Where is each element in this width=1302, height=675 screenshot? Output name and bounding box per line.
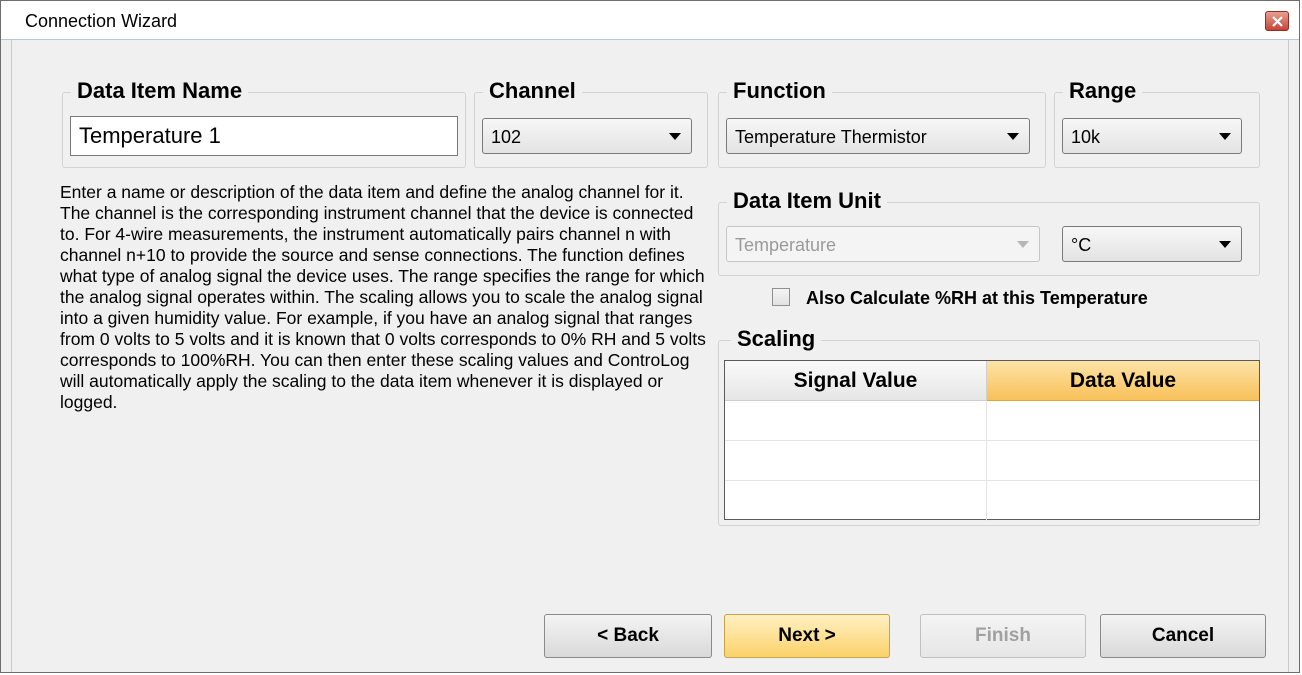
- cancel-button[interactable]: Cancel: [1100, 614, 1266, 658]
- unit-value: °C: [1071, 235, 1092, 255]
- scaling-cell-data[interactable]: [987, 401, 1259, 441]
- scaling-cell-data[interactable]: [987, 481, 1259, 521]
- chevron-down-icon: [1017, 241, 1029, 248]
- data-item-name-label: Data Item Name: [71, 78, 249, 104]
- signal-value-header[interactable]: Signal Value: [725, 361, 987, 401]
- function-value: Temperature Thermistor: [735, 127, 927, 147]
- back-button[interactable]: < Back: [544, 614, 712, 658]
- data-item-unit-label: Data Item Unit: [727, 188, 887, 214]
- range-select[interactable]: 10k: [1062, 118, 1242, 154]
- channel-value: 102: [491, 127, 522, 147]
- scaling-label: Scaling: [731, 326, 822, 352]
- channel-select[interactable]: 102: [482, 118, 692, 154]
- unit-select[interactable]: °C: [1062, 226, 1242, 262]
- calculate-rh-checkbox[interactable]: [772, 288, 790, 306]
- title-bar: Connection Wizard: [1, 1, 1299, 40]
- scaling-grid[interactable]: Signal Value Data Value: [724, 360, 1260, 521]
- chevron-down-icon: [1219, 133, 1231, 140]
- chevron-down-icon: [1219, 241, 1231, 248]
- data-item-name-input[interactable]: Temperature 1: [70, 116, 458, 156]
- instructions-text: Enter a name or description of the data …: [60, 182, 706, 412]
- scaling-cell-signal[interactable]: [725, 441, 987, 481]
- chevron-down-icon: [1007, 133, 1019, 140]
- connection-wizard-window: Connection Wizard Data Item Name Tempera…: [0, 0, 1300, 673]
- data-value-header[interactable]: Data Value: [987, 361, 1259, 401]
- calculate-rh-label: Also Calculate %RH at this Temperature: [806, 288, 1148, 308]
- function-select[interactable]: Temperature Thermistor: [726, 118, 1030, 154]
- finish-button[interactable]: Finish: [920, 614, 1086, 658]
- scaling-cell-signal[interactable]: [725, 401, 987, 441]
- close-icon: [1272, 16, 1283, 27]
- chevron-down-icon: [669, 133, 681, 140]
- window-title: Connection Wizard: [25, 11, 178, 31]
- next-button[interactable]: Next >: [724, 614, 890, 658]
- range-value: 10k: [1071, 127, 1101, 147]
- scaling-cell-signal[interactable]: [725, 481, 987, 521]
- channel-label: Channel: [483, 78, 582, 104]
- scaling-cell-data[interactable]: [987, 441, 1259, 481]
- unit-quantity-value: Temperature: [735, 235, 837, 255]
- range-label: Range: [1063, 78, 1143, 104]
- close-button[interactable]: [1265, 11, 1289, 31]
- wizard-body: Data Item Name Temperature 1 Channel 102…: [11, 40, 1289, 672]
- function-label: Function: [727, 78, 832, 104]
- unit-quantity-select[interactable]: Temperature: [726, 226, 1040, 262]
